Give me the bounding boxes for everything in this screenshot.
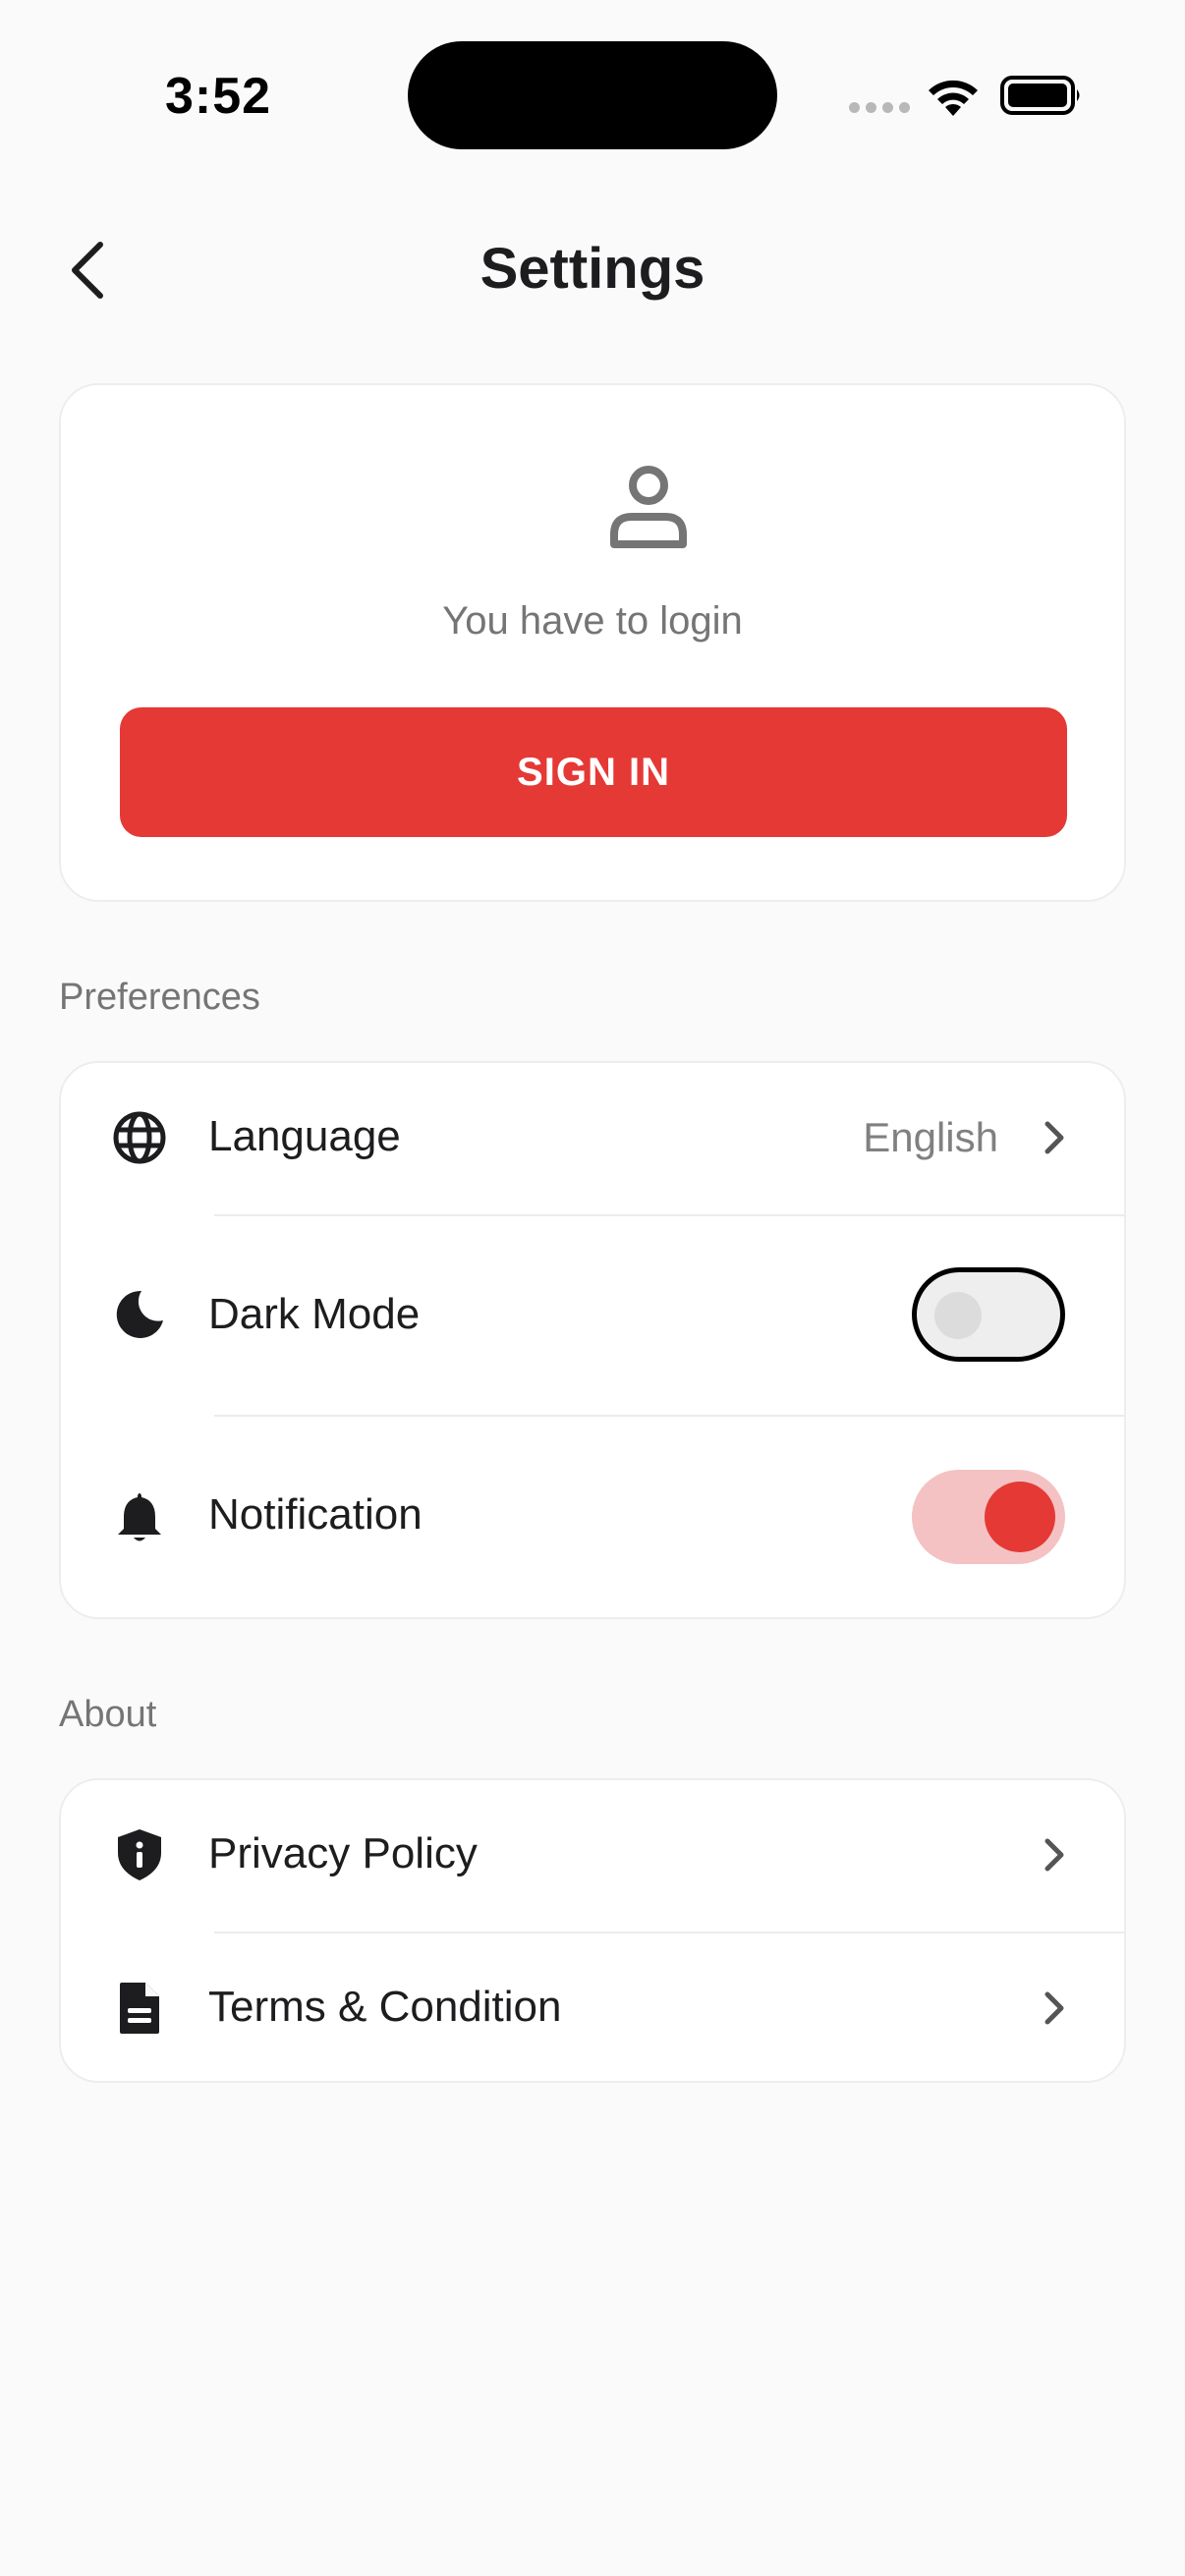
preferences-card: Language English Dark Mode Notification <box>59 1061 1126 1619</box>
chevron-right-icon <box>1044 1121 1064 1154</box>
page-title: Settings <box>480 237 705 301</box>
notification-toggle[interactable] <box>912 1470 1065 1564</box>
login-card: You have to login SIGN IN <box>59 383 1126 902</box>
status-bar: 3:52 <box>0 0 1185 187</box>
dynamic-island <box>408 41 777 149</box>
settings-screen: 3:52 Settings You have to login SIGN IN … <box>0 0 1185 2576</box>
notification-row: Notification <box>61 1417 1124 1619</box>
language-label: Language <box>208 1112 401 1160</box>
privacy-policy-label: Privacy Policy <box>208 1829 478 1877</box>
language-row[interactable]: Language English <box>61 1063 1124 1212</box>
language-value: English <box>863 1114 998 1160</box>
globe-icon <box>110 1108 169 1167</box>
cellular-signal-icon <box>849 102 910 113</box>
app-header: Settings <box>0 206 1185 334</box>
status-time: 3:52 <box>165 68 272 125</box>
document-icon <box>110 1979 169 2038</box>
preferences-section-label: Preferences <box>59 977 260 1018</box>
bell-icon <box>110 1487 169 1546</box>
dark-mode-toggle[interactable] <box>912 1267 1065 1362</box>
toggle-knob <box>985 1482 1055 1552</box>
shield-info-icon <box>110 1825 169 1884</box>
moon-icon <box>110 1285 169 1344</box>
chevron-right-icon <box>1044 1838 1064 1872</box>
dark-mode-row: Dark Mode <box>61 1216 1124 1415</box>
battery-icon <box>1000 76 1080 115</box>
login-message: You have to login <box>442 599 743 643</box>
chevron-right-icon <box>1044 1991 1064 2025</box>
user-icon <box>610 466 687 548</box>
privacy-policy-row[interactable]: Privacy Policy <box>61 1780 1124 1930</box>
about-section-label: About <box>59 1694 157 1735</box>
wifi-icon <box>929 80 978 116</box>
terms-row[interactable]: Terms & Condition <box>61 1933 1124 2083</box>
terms-label: Terms & Condition <box>208 1983 562 2031</box>
notification-label: Notification <box>208 1490 423 1539</box>
about-card: Privacy Policy Terms & Condition <box>59 1778 1126 2083</box>
toggle-knob <box>934 1292 982 1339</box>
dark-mode-label: Dark Mode <box>208 1290 421 1338</box>
sign-in-button[interactable]: SIGN IN <box>120 707 1067 837</box>
